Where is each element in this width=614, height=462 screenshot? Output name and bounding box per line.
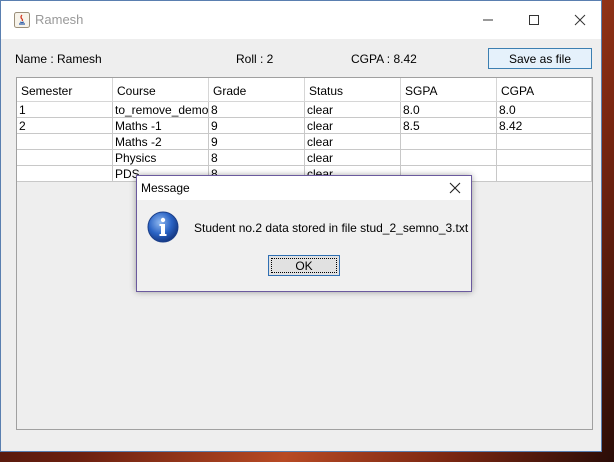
cell-semester[interactable]: 1 — [17, 102, 113, 118]
cell-status[interactable]: clear — [305, 102, 401, 118]
table-row[interactable]: 1 to_remove_demo 8 clear 8.0 8.0 — [17, 102, 592, 118]
focus-ring — [271, 258, 337, 273]
header-cgpa[interactable]: CGPA — [497, 78, 592, 102]
cell-sgpa[interactable] — [401, 134, 497, 150]
table-header: Semester Course Grade Status SGPA CGPA — [17, 78, 592, 102]
dialog-title: Message — [141, 181, 190, 195]
cell-status[interactable]: clear — [305, 150, 401, 166]
cell-sgpa[interactable]: 8.5 — [401, 118, 497, 134]
dialog-close-button[interactable] — [445, 180, 465, 196]
header-course[interactable]: Course — [113, 78, 209, 102]
minimize-icon — [483, 19, 493, 21]
cell-semester[interactable] — [17, 166, 113, 182]
close-icon — [449, 182, 461, 194]
cell-semester[interactable] — [17, 150, 113, 166]
cgpa-label: CGPA : 8.42 — [351, 52, 417, 66]
cell-semester[interactable]: 2 — [17, 118, 113, 134]
dialog-title-bar[interactable]: Message — [137, 176, 471, 200]
java-app-icon — [14, 12, 30, 28]
header-semester[interactable]: Semester — [17, 78, 113, 102]
maximize-icon — [529, 15, 539, 25]
student-name-label: Name : Ramesh — [15, 52, 102, 66]
cell-grade[interactable]: 8 — [209, 102, 305, 118]
cell-status[interactable]: clear — [305, 134, 401, 150]
background-strip — [601, 0, 614, 462]
cell-status[interactable]: clear — [305, 118, 401, 134]
cell-course[interactable]: to_remove_demo — [113, 102, 209, 118]
maximize-button[interactable] — [511, 1, 557, 39]
cell-cgpa[interactable] — [497, 134, 592, 150]
window-title: Ramesh — [35, 12, 84, 27]
cell-course[interactable]: Maths -1 — [113, 118, 209, 134]
close-button[interactable] — [557, 1, 603, 39]
cell-semester[interactable] — [17, 134, 113, 150]
cell-grade[interactable]: 9 — [209, 118, 305, 134]
table-row[interactable]: Maths -2 9 clear — [17, 134, 592, 150]
cell-cgpa[interactable] — [497, 166, 592, 182]
cell-course[interactable]: Physics — [113, 150, 209, 166]
cell-sgpa[interactable]: 8.0 — [401, 102, 497, 118]
message-dialog[interactable]: Message Student no.2 data stored in file… — [136, 175, 472, 292]
minimize-button[interactable] — [465, 1, 511, 39]
cell-cgpa[interactable] — [497, 150, 592, 166]
close-icon — [574, 14, 586, 26]
roll-label: Roll : 2 — [236, 52, 274, 66]
header-grade[interactable]: Grade — [209, 78, 305, 102]
cell-grade[interactable]: 9 — [209, 134, 305, 150]
title-bar[interactable]: Ramesh — [1, 1, 601, 39]
save-as-file-button[interactable]: Save as file — [488, 48, 592, 69]
header-status[interactable]: Status — [305, 78, 401, 102]
ok-button[interactable]: OK — [268, 255, 340, 276]
cell-grade[interactable]: 8 — [209, 150, 305, 166]
table-row[interactable]: Physics 8 clear — [17, 150, 592, 166]
cell-cgpa[interactable]: 8.0 — [497, 102, 592, 118]
info-icon — [147, 211, 179, 243]
cell-course[interactable]: Maths -2 — [113, 134, 209, 150]
dialog-message: Student no.2 data stored in file stud_2_… — [194, 221, 469, 235]
table-row[interactable]: 2 Maths -1 9 clear 8.5 8.42 — [17, 118, 592, 134]
cell-sgpa[interactable] — [401, 150, 497, 166]
cell-cgpa[interactable]: 8.42 — [497, 118, 592, 134]
header-sgpa[interactable]: SGPA — [401, 78, 497, 102]
